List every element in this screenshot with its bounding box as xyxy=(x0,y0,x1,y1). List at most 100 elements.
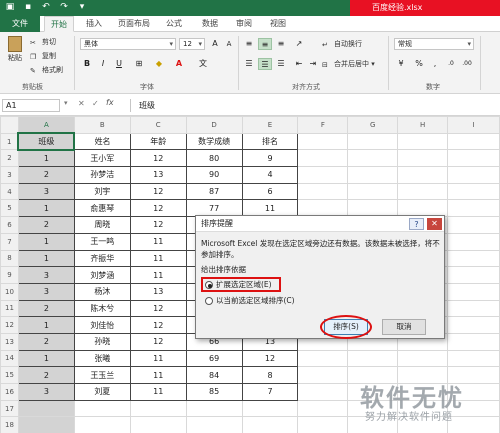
cell[interactable] xyxy=(297,416,349,433)
wrap-text-button[interactable]: ↵ 自动换行 xyxy=(322,38,362,50)
cell[interactable]: 陈木兮 xyxy=(73,299,131,318)
cell[interactable] xyxy=(129,399,187,418)
cell[interactable] xyxy=(185,416,243,433)
cell[interactable] xyxy=(447,182,500,201)
row-header[interactable]: 1 xyxy=(0,132,19,151)
tab-view[interactable]: 视图 xyxy=(264,16,292,32)
cell[interactable]: 2 xyxy=(17,366,75,384)
cell[interactable]: 班级 xyxy=(17,132,76,151)
align-middle-icon[interactable]: ≡ xyxy=(258,38,272,50)
cell[interactable]: 84 xyxy=(185,366,243,384)
name-box-dropdown-icon[interactable]: ▾ xyxy=(64,99,68,107)
column-header[interactable]: D xyxy=(185,116,243,134)
cell[interactable]: 12 xyxy=(129,316,187,334)
cell[interactable]: 齐振华 xyxy=(73,249,131,268)
cell[interactable]: 8 xyxy=(241,366,299,384)
cell[interactable] xyxy=(241,416,299,433)
underline-button[interactable]: U xyxy=(112,58,126,70)
cell[interactable] xyxy=(447,216,500,234)
row-header[interactable]: 10 xyxy=(0,282,19,301)
row-header[interactable]: 4 xyxy=(0,182,19,201)
enter-icon[interactable]: ✓ xyxy=(92,99,99,108)
align-left-icon[interactable]: ☰ xyxy=(242,58,256,70)
cell[interactable] xyxy=(347,132,399,151)
cell[interactable] xyxy=(297,182,349,201)
tab-page-layout[interactable]: 页面布局 xyxy=(112,16,156,32)
cell[interactable]: 12 xyxy=(241,349,299,368)
cell[interactable] xyxy=(297,349,349,368)
cell[interactable]: 姓名 xyxy=(73,132,131,151)
cell[interactable]: 11 xyxy=(129,349,187,368)
cell[interactable] xyxy=(397,132,449,151)
cell[interactable]: 孙晓 xyxy=(73,332,131,351)
row-header[interactable]: 13 xyxy=(0,332,19,351)
cell[interactable] xyxy=(17,416,75,433)
cell[interactable] xyxy=(447,232,500,251)
cell[interactable]: 12 xyxy=(129,149,187,168)
font-color-icon[interactable]: A xyxy=(172,58,186,70)
tab-home[interactable]: 开始 xyxy=(44,16,74,32)
cell[interactable] xyxy=(397,166,449,184)
decrease-indent-icon[interactable]: ⇤ xyxy=(292,58,306,70)
cell[interactable] xyxy=(297,366,349,384)
tab-review[interactable]: 审阅 xyxy=(230,16,258,32)
cell[interactable] xyxy=(241,399,299,418)
cell[interactable]: 87 xyxy=(185,182,243,201)
font-name-dropdown[interactable]: 黑体 xyxy=(80,38,176,50)
align-right-icon[interactable]: ☰ xyxy=(274,58,288,70)
column-header[interactable]: H xyxy=(397,116,449,134)
cancel-icon[interactable]: ✕ xyxy=(78,99,85,108)
cell[interactable]: 90 xyxy=(185,166,243,184)
cell[interactable] xyxy=(297,149,349,168)
cell[interactable] xyxy=(397,182,449,201)
cell[interactable]: 1 xyxy=(17,199,75,218)
cell[interactable] xyxy=(447,266,500,284)
row-header[interactable]: 2 xyxy=(0,149,19,168)
save-icon[interactable]: ▪ xyxy=(22,2,34,13)
row-header[interactable]: 5 xyxy=(0,199,19,218)
cell[interactable]: 1 xyxy=(17,349,75,368)
cell[interactable]: 6 xyxy=(241,182,299,201)
merge-center-button[interactable]: ⊟ 合并后居中 ▾ xyxy=(322,58,375,70)
cell[interactable]: 刘佳怡 xyxy=(73,316,131,334)
italic-button[interactable]: I xyxy=(96,58,110,70)
cell[interactable]: 1 xyxy=(17,232,75,251)
redo-icon[interactable]: ↷ xyxy=(58,2,70,13)
cell[interactable] xyxy=(347,149,399,168)
cell[interactable]: 13 xyxy=(129,282,187,301)
cell[interactable]: 1 xyxy=(17,249,75,268)
close-icon[interactable]: ✕ xyxy=(427,218,442,230)
cell[interactable]: 王小军 xyxy=(73,149,131,168)
column-header[interactable]: C xyxy=(129,116,187,134)
cell[interactable]: 孙梦洁 xyxy=(73,166,131,184)
paste-button[interactable]: 粘贴 xyxy=(4,36,26,66)
help-icon[interactable]: ? xyxy=(409,218,424,230)
row-header[interactable]: 16 xyxy=(0,383,19,401)
cell[interactable] xyxy=(17,399,75,418)
align-bottom-icon[interactable]: ≡ xyxy=(274,38,288,50)
current-selection-radio[interactable]: 以当前选定区域排序(C) xyxy=(205,295,295,307)
cell[interactable]: 11 xyxy=(129,383,187,401)
tab-file[interactable]: 文件 xyxy=(0,16,40,32)
cell[interactable]: 12 xyxy=(129,199,187,218)
cell[interactable]: 3 xyxy=(17,383,75,401)
cell[interactable]: 4 xyxy=(241,166,299,184)
cell[interactable]: 11 xyxy=(129,366,187,384)
row-header[interactable]: 11 xyxy=(0,299,19,318)
tab-data[interactable]: 数据 xyxy=(196,16,224,32)
cell[interactable]: 俞惠琴 xyxy=(73,199,131,218)
cell[interactable]: 3 xyxy=(17,182,75,201)
cell[interactable] xyxy=(297,132,349,151)
cell[interactable] xyxy=(447,149,500,168)
cancel-button[interactable]: 取消 xyxy=(382,319,426,335)
expand-selection-radio[interactable]: 扩展选定区域(E) xyxy=(205,279,272,291)
tab-formulas[interactable]: 公式 xyxy=(160,16,188,32)
cell[interactable] xyxy=(447,349,500,368)
cell[interactable]: 69 xyxy=(185,349,243,368)
cell[interactable]: 11 xyxy=(129,232,187,251)
cell[interactable]: 11 xyxy=(129,266,187,284)
fill-color-icon[interactable]: ◆ xyxy=(152,58,166,70)
cell[interactable]: 刘梦涵 xyxy=(73,266,131,284)
cell[interactable]: 3 xyxy=(17,266,75,284)
align-top-icon[interactable]: ≡ xyxy=(242,38,256,50)
